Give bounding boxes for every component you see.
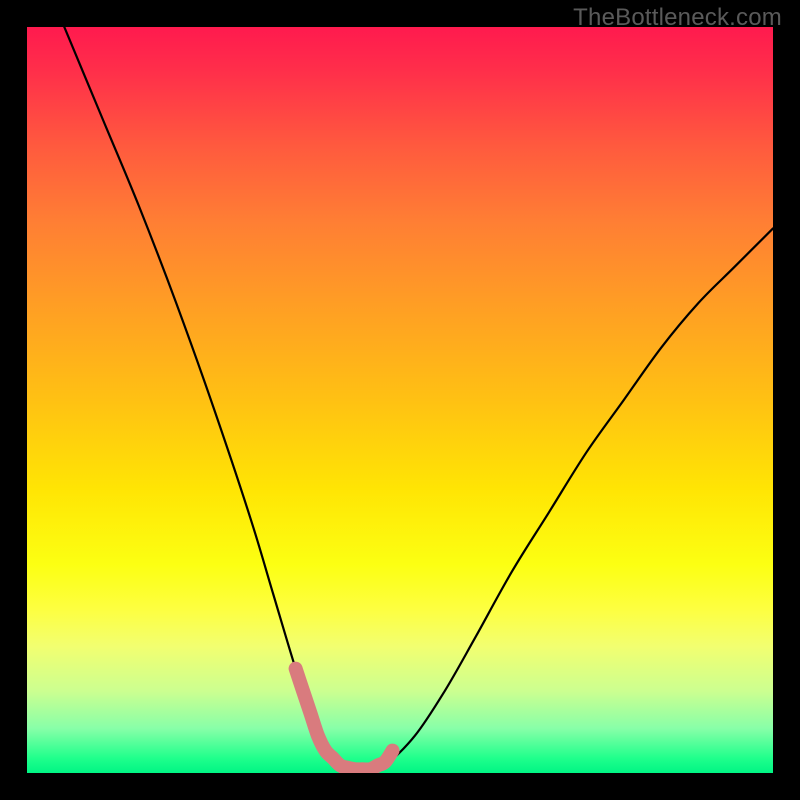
optimal-range-highlight (296, 669, 393, 770)
bottleneck-curve-svg (27, 27, 773, 773)
chart-frame: TheBottleneck.com (0, 0, 800, 800)
watermark-text: TheBottleneck.com (573, 4, 782, 32)
plot-area (27, 27, 773, 773)
bottleneck-curve-line (64, 27, 773, 770)
